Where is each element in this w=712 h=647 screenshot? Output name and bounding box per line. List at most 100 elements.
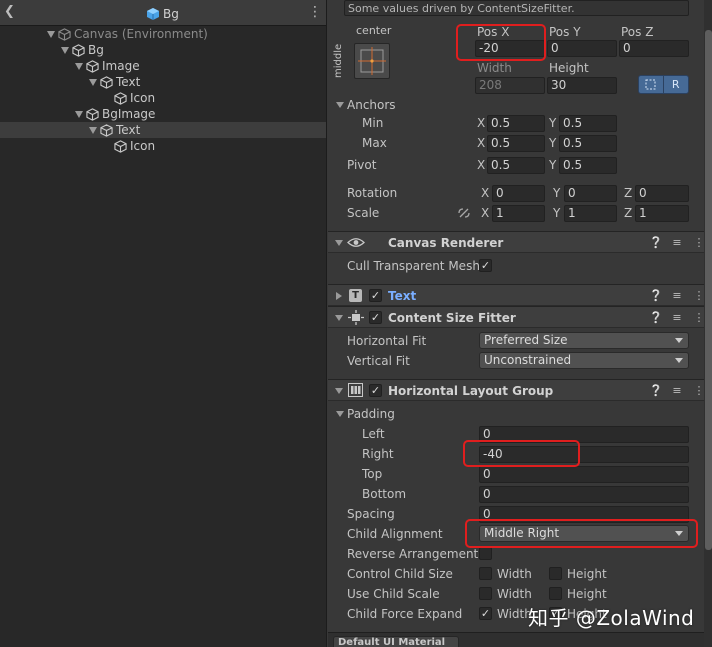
- scale-z-input[interactable]: 1: [635, 205, 689, 222]
- control-height-checkbox[interactable]: [549, 567, 562, 580]
- height-label: Height: [549, 61, 589, 75]
- anchor-preset-button[interactable]: [354, 43, 390, 79]
- control-height-label: Height: [567, 567, 607, 581]
- pivot-x-input[interactable]: 0.5: [487, 157, 545, 174]
- help-icon[interactable]: ❔: [649, 289, 663, 302]
- hierarchy-item-icon[interactable]: Icon: [0, 138, 326, 154]
- raw-edit-button[interactable]: R: [664, 76, 689, 93]
- rotation-z-input[interactable]: 0: [635, 185, 689, 202]
- rect-edit-buttons: R: [638, 75, 689, 94]
- anchor-max-y-input[interactable]: 0.5: [559, 135, 617, 152]
- height-input[interactable]: 30: [547, 77, 617, 94]
- horizontal-layout-icon: [348, 383, 363, 397]
- hierarchy-panel: ❮ Bg ⋮ Canvas (Environment) Bg Image Tex…: [0, 0, 326, 647]
- scale-width-checkbox[interactable]: [479, 587, 492, 600]
- fold-arrow-icon[interactable]: [89, 78, 97, 86]
- horizontal-fit-dropdown[interactable]: Preferred Size: [479, 332, 689, 349]
- hierarchy-item-text[interactable]: Text: [0, 74, 326, 90]
- fold-arrow-icon[interactable]: [75, 62, 83, 70]
- scale-height-checkbox[interactable]: [549, 587, 562, 600]
- material-tab[interactable]: Default UI Material: [333, 636, 459, 647]
- hierarchy-item-label: BgImage: [102, 107, 156, 121]
- fold-arrow-icon[interactable]: [335, 315, 343, 321]
- padding-fold-arrow-icon[interactable]: [336, 411, 344, 417]
- gameobject-cube-icon: [86, 59, 99, 73]
- padding-bottom-input[interactable]: 0: [479, 486, 689, 503]
- watermark-text: 知乎 @ZolaWind: [528, 606, 695, 630]
- scale-x-input[interactable]: 1: [492, 205, 545, 222]
- fold-arrow-icon[interactable]: [336, 292, 342, 300]
- hierarchy-item-text-selected[interactable]: Text: [0, 122, 326, 138]
- hierarchy-item-label: Text: [116, 123, 141, 137]
- canvas-renderer-title: Canvas Renderer: [388, 236, 504, 250]
- width-input: 208: [475, 77, 545, 94]
- padding-bottom-label: Bottom: [362, 487, 407, 501]
- fold-arrow-icon[interactable]: [335, 240, 343, 246]
- text-component-header[interactable]: T ✓ Text ❔ ≡ ⋮: [328, 284, 712, 306]
- posz-input[interactable]: 0: [619, 40, 689, 57]
- rotation-z-axis: Z: [624, 186, 633, 200]
- pivot-y-input[interactable]: 0.5: [559, 157, 617, 174]
- canvas-renderer-header[interactable]: Canvas Renderer ❔ ≡ ⋮: [328, 231, 712, 253]
- horizontal-layout-group-header[interactable]: ✓ Horizontal Layout Group ❔ ≡ ⋮: [328, 379, 712, 401]
- hierarchy-item-icon[interactable]: Icon: [0, 90, 326, 106]
- padding-top-label: Top: [362, 467, 383, 481]
- scale-height-label: Height: [567, 587, 607, 601]
- child-force-expand-label: Child Force Expand: [347, 607, 463, 621]
- kebab-menu-icon[interactable]: ⋮: [308, 5, 322, 21]
- hierarchy-item-bgimage[interactable]: BgImage: [0, 106, 326, 122]
- presets-icon[interactable]: ≡: [671, 384, 683, 397]
- presets-icon[interactable]: ≡: [671, 236, 683, 249]
- padding-top-input[interactable]: 0: [479, 466, 689, 483]
- help-icon[interactable]: ❔: [649, 236, 663, 249]
- anchor-min-x-input[interactable]: 0.5: [487, 115, 545, 132]
- fold-arrow-icon[interactable]: [47, 30, 55, 38]
- cull-transparent-mesh-label: Cull Transparent Mesh: [347, 259, 480, 273]
- help-icon[interactable]: ❔: [649, 311, 663, 324]
- horizontal-layout-enabled-checkbox[interactable]: ✓: [369, 384, 382, 397]
- content-size-fitter-header[interactable]: ✓ Content Size Fitter ❔ ≡ ⋮: [328, 306, 712, 328]
- anchor-min-x-axis: X: [477, 116, 486, 130]
- scrollbar-thumb[interactable]: [705, 30, 712, 550]
- presets-icon[interactable]: ≡: [671, 289, 683, 302]
- anchor-min-label: Min: [362, 116, 384, 130]
- vertical-fit-dropdown[interactable]: Unconstrained: [479, 352, 689, 369]
- hierarchy-item-image[interactable]: Image: [0, 58, 326, 74]
- rotation-y-input[interactable]: 0: [564, 185, 617, 202]
- fold-arrow-icon[interactable]: [61, 46, 69, 54]
- fold-arrow-icon[interactable]: [89, 126, 97, 134]
- prefab-cube-icon: [147, 8, 159, 20]
- fold-arrow-icon[interactable]: [75, 110, 83, 118]
- prefab-title-label: Bg: [163, 7, 179, 21]
- posy-input[interactable]: 0: [547, 40, 617, 57]
- highlight-posx: [456, 24, 546, 61]
- rotation-x-input[interactable]: 0: [492, 185, 545, 202]
- cull-transparent-mesh-checkbox[interactable]: ✓: [479, 259, 492, 272]
- anchors-fold-arrow-icon[interactable]: [336, 102, 344, 108]
- inspector-scrollbar[interactable]: [704, 0, 712, 647]
- anchor-min-y-input[interactable]: 0.5: [559, 115, 617, 132]
- control-width-checkbox[interactable]: [479, 567, 492, 580]
- expand-width-label: Width: [497, 607, 532, 621]
- text-enabled-checkbox[interactable]: ✓: [369, 289, 382, 302]
- anchor-min-y-axis: Y: [549, 116, 557, 130]
- presets-icon[interactable]: ≡: [671, 311, 683, 324]
- hierarchy-item-label: Bg: [88, 43, 104, 57]
- blueprint-mode-button[interactable]: [639, 79, 663, 90]
- help-icon[interactable]: ❔: [649, 384, 663, 397]
- back-arrow-icon[interactable]: ❮: [4, 4, 18, 20]
- reverse-arrangement-checkbox[interactable]: [479, 547, 492, 560]
- gameobject-cube-icon: [100, 123, 113, 137]
- anchor-max-x-input[interactable]: 0.5: [487, 135, 545, 152]
- hierarchy-item-label: Icon: [130, 91, 156, 105]
- fold-arrow-icon[interactable]: [335, 388, 343, 394]
- content-size-fitter-enabled-checkbox[interactable]: ✓: [369, 311, 382, 324]
- hierarchy-item-canvas[interactable]: Canvas (Environment): [0, 26, 326, 42]
- anchors-label: Anchors: [347, 98, 396, 112]
- constrain-proportions-icon[interactable]: [457, 207, 471, 219]
- rotation-x-axis: X: [481, 186, 490, 200]
- hierarchy-item-label: Icon: [130, 139, 156, 153]
- expand-width-checkbox[interactable]: ✓: [479, 607, 492, 620]
- hierarchy-item-bg[interactable]: Bg: [0, 42, 326, 58]
- scale-y-input[interactable]: 1: [564, 205, 617, 222]
